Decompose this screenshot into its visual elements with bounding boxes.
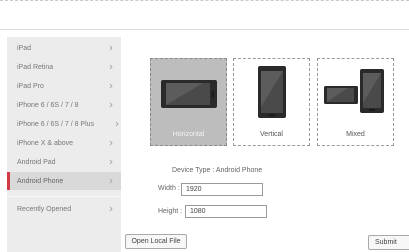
sidebar-item-label: iPhone X & above (17, 139, 74, 147)
orientation-mixed-label: Mixed (346, 131, 365, 138)
orientation-horizontal-label: Horizontal (172, 131, 205, 138)
device-category-sidebar: iPad iPad Retina iPad Pro iPhone 6 / 6S … (7, 37, 121, 252)
sidebar-item-label: iPad Pro (17, 82, 44, 90)
sidebar-item-recently-opened[interactable]: Recently Opened (7, 200, 121, 218)
sidebar-item-label: iPhone 6 / 6S / 7 / 8 (17, 101, 79, 109)
sidebar-item-android-phone[interactable]: Android Phone (7, 172, 121, 190)
chevron-right-icon (109, 45, 113, 51)
sidebar-item-iphone-6-7-8[interactable]: iPhone 6 / 6S / 7 / 8 (7, 96, 121, 114)
chevron-right-icon (115, 121, 119, 127)
sidebar-item-label: Recently Opened (17, 205, 72, 213)
chevron-right-icon (109, 178, 113, 184)
height-input[interactable] (185, 205, 267, 218)
orientation-vertical-label: Vertical (260, 131, 283, 138)
chevron-right-icon (109, 159, 113, 165)
open-local-file-button[interactable]: Open Local File (125, 234, 187, 249)
title-bar (0, 2, 409, 30)
sidebar-divider (7, 196, 121, 197)
sidebar-item-iphone-6-7-8-plus[interactable]: iPhone 6 / 6S / 7 / 8 Plus (7, 115, 121, 133)
device-selector-dialog: iPad iPad Retina iPad Pro iPhone 6 / 6S … (0, 0, 409, 252)
sidebar-item-iphone-x[interactable]: iPhone X & above (7, 134, 121, 152)
device-type-row: Device Type : Android Phone (172, 167, 262, 174)
device-type-label: Device Type : (172, 167, 215, 174)
chevron-right-icon (109, 64, 113, 70)
sidebar-item-ipad-pro[interactable]: iPad Pro (7, 77, 121, 95)
height-label: Height : (158, 208, 183, 215)
sidebar-item-label: Android Phone (17, 177, 64, 185)
sidebar-item-label: iPad (17, 44, 32, 52)
sidebar-item-label: iPad Retina (17, 63, 54, 71)
sidebar-item-label: Android Pad (17, 158, 56, 166)
orientation-vertical-option[interactable]: Vertical (233, 58, 310, 146)
chevron-right-icon (109, 140, 113, 146)
device-type-value: Android Phone (215, 167, 263, 174)
width-label: Width : (158, 185, 180, 192)
submit-button[interactable]: Submit (368, 235, 409, 250)
chevron-right-icon (109, 83, 113, 89)
sidebar-item-ipad[interactable]: iPad (7, 39, 121, 57)
orientation-mixed-option[interactable]: Mixed (317, 58, 394, 146)
chevron-right-icon (109, 102, 113, 108)
chevron-right-icon (109, 206, 113, 212)
sidebar-item-android-pad[interactable]: Android Pad (7, 153, 121, 171)
width-input[interactable] (181, 183, 263, 196)
orientation-horizontal-option[interactable]: Horizontal (150, 58, 227, 146)
sidebar-item-ipad-retina[interactable]: iPad Retina (7, 58, 121, 76)
sidebar-item-label: iPhone 6 / 6S / 7 / 8 Plus (17, 120, 95, 128)
